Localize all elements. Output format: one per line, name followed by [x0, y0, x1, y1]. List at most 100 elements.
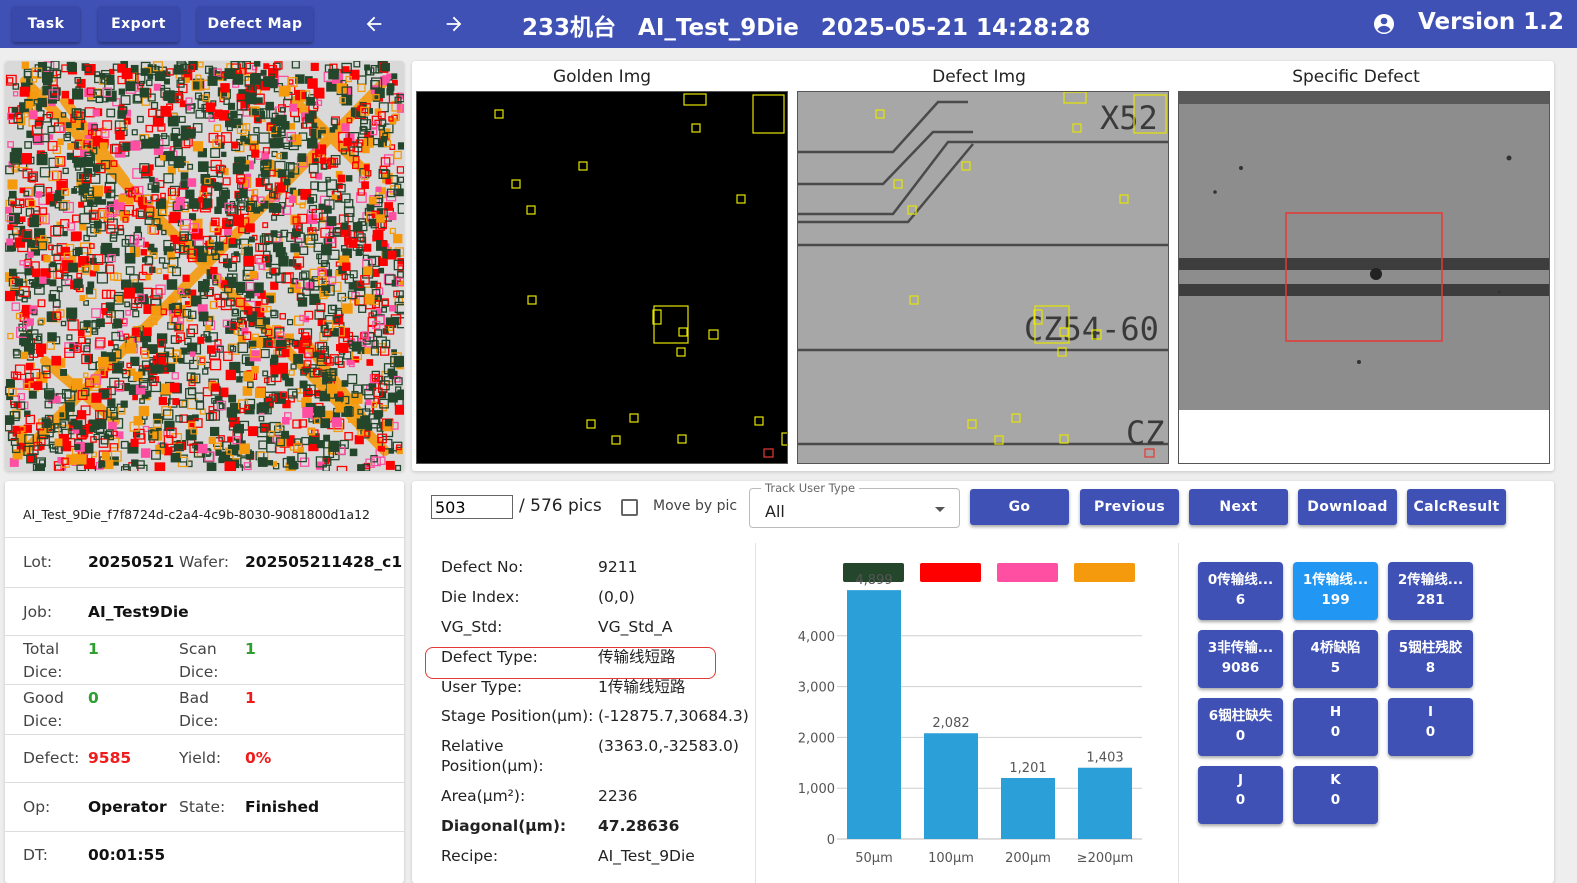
defect-map-button[interactable]: Defect Map [197, 6, 313, 42]
category-button[interactable]: 3非传输... 9086 [1198, 630, 1283, 688]
wafer-map-panel [5, 61, 404, 471]
y-tick-label: 4,000 [798, 630, 835, 645]
defect-detail-panel: / 576 pics Move by pic Track User Type A… [412, 481, 1554, 883]
job-row: Job: AI_Test9Die [5, 587, 404, 635]
category-label: J [1237, 772, 1244, 788]
category-count: 6 [1235, 592, 1246, 608]
category-button[interactable]: 1传输线... 199 [1293, 562, 1378, 620]
pic-total-label: / 576 pics [519, 496, 602, 516]
page-title: 233机台 AI_Test_9Die 2025-05-21 14:28:28 [522, 8, 1104, 42]
category-button[interactable]: H0 [1293, 698, 1378, 756]
category-button[interactable]: I0 [1388, 698, 1473, 756]
account-circle-icon[interactable] [1372, 12, 1396, 36]
user-type-label: User Type: [441, 678, 523, 696]
category-button[interactable]: 4桥缺陷 5 [1293, 630, 1378, 688]
category-label: 2传输线... [1397, 572, 1464, 588]
legend-swatch[interactable] [997, 563, 1058, 582]
version-label: Version 1.2 [1418, 9, 1564, 35]
previous-button[interactable]: Previous [1080, 489, 1179, 525]
diagonal-label: Diagonal(μm): [441, 817, 567, 835]
specific-defect-title: Specific Defect [1292, 67, 1420, 87]
golden-image-title: Golden Img [552, 67, 652, 87]
wafer-value: 202505211428_c1 [245, 553, 403, 571]
category-count: 9086 [1221, 660, 1260, 676]
category-button[interactable]: 2传输线... 281 [1388, 562, 1473, 620]
defect-count-value: 9585 [88, 749, 132, 767]
job-uuid: AI_Test_9Die_f7f8724d-c2a4-4c9b-8030-908… [23, 507, 370, 522]
die-index-label: Die Index: [441, 588, 520, 606]
category-label: K [1330, 772, 1341, 788]
chevron-down-icon [935, 507, 945, 512]
category-count: 281 [1416, 592, 1445, 608]
x-tick-label: 200μm [1005, 851, 1051, 866]
track-user-type-select[interactable]: Track User Type All [749, 481, 960, 528]
lot-wafer-row: Lot: 20250521 Wafer: 202505211428_c1 [5, 537, 404, 587]
track-user-type-value: All [765, 502, 785, 521]
lot-value: 20250521 [88, 553, 175, 571]
legend-swatch[interactable] [1074, 563, 1135, 582]
scan-dice-label-2: Dice: [179, 663, 219, 681]
bar[interactable] [847, 590, 901, 839]
bad-dice-label-2: Dice: [179, 712, 219, 730]
dice-count-row: Total Dice: 1 Scan Dice: 1 [5, 635, 404, 684]
duration-value: 00:01:55 [88, 846, 166, 864]
category-count: 0 [1330, 792, 1341, 808]
wafer-defect-map[interactable] [5, 61, 404, 471]
divider [755, 543, 756, 883]
defect-image[interactable]: X52 CZ54-60 CZ [797, 91, 1169, 464]
go-button[interactable]: Go [970, 489, 1069, 525]
specific-defect-image[interactable] [1178, 91, 1550, 464]
x-tick-label: 100μm [928, 851, 974, 866]
y-tick-label: 2,000 [798, 731, 835, 746]
defect-img-label-cz54: CZ54-60 [1024, 310, 1159, 348]
category-button[interactable]: 5铟柱残胶 8 [1388, 630, 1473, 688]
bad-dice-label-1: Bad [179, 689, 209, 707]
category-label: 5铟柱残胶 [1398, 640, 1463, 656]
bar-value-label: 4,899 [855, 573, 892, 588]
wafer-info-panel: AI_Test_9Die_f7f8724d-c2a4-4c9b-8030-908… [5, 481, 404, 883]
state-label: State: [179, 798, 226, 816]
category-label: 3非传输... [1207, 640, 1274, 656]
legend-swatch[interactable] [920, 563, 981, 582]
category-label: 4桥缺陷 [1310, 640, 1361, 656]
arrow-right-icon[interactable] [436, 8, 472, 40]
relative-position-label-1: Relative [441, 737, 504, 755]
relative-position-label-2: Position(μm): [441, 757, 544, 775]
divider [1178, 543, 1179, 883]
y-tick-label: 3,000 [798, 681, 835, 696]
bar[interactable] [1078, 767, 1132, 839]
recipe-label: Recipe: [441, 847, 499, 865]
category-button[interactable]: 6铟柱缺失 0 [1198, 698, 1283, 756]
golden-image[interactable] [416, 91, 788, 464]
download-button[interactable]: Download [1298, 489, 1397, 525]
category-count: 0 [1425, 724, 1436, 740]
diagonal-value: 47.28636 [598, 817, 680, 835]
good-dice-label-1: Good [23, 689, 64, 707]
stage-position-label: Stage Position(μm): [441, 707, 594, 725]
top-app-bar: Task Export Defect Map 233机台 AI_Test_9Di… [0, 0, 1577, 48]
total-dice-label-2: Dice: [23, 663, 63, 681]
export-button[interactable]: Export [98, 6, 179, 42]
category-button[interactable]: K0 [1293, 766, 1378, 824]
next-button[interactable]: Next [1189, 489, 1288, 525]
move-by-pic-checkbox[interactable] [621, 499, 638, 516]
good-dice-value: 0 [88, 689, 99, 707]
bar[interactable] [924, 733, 978, 839]
yield-label: Yield: [179, 749, 222, 767]
die-index-value: (0,0) [598, 588, 635, 606]
scan-dice-value: 1 [245, 640, 256, 658]
operator-value: Operator [88, 798, 167, 816]
scan-datetime: 2025-05-21 14:28:28 [820, 15, 1091, 41]
job-value: AI_Test9Die [88, 603, 189, 621]
scan-dice-label-1: Scan [179, 640, 217, 658]
duration-row: DT: 00:01:55 [5, 831, 404, 883]
pic-index-input[interactable] [431, 495, 513, 519]
bar[interactable] [1001, 777, 1055, 839]
arrow-left-icon[interactable] [356, 8, 392, 40]
category-count: 8 [1425, 660, 1436, 676]
calc-result-button[interactable]: CalcResult [1407, 489, 1506, 525]
category-button[interactable]: J0 [1198, 766, 1283, 824]
task-button[interactable]: Task [12, 6, 80, 42]
category-button[interactable]: 0传输线... 6 [1198, 562, 1283, 620]
defect-count-label: Defect: [23, 749, 80, 767]
